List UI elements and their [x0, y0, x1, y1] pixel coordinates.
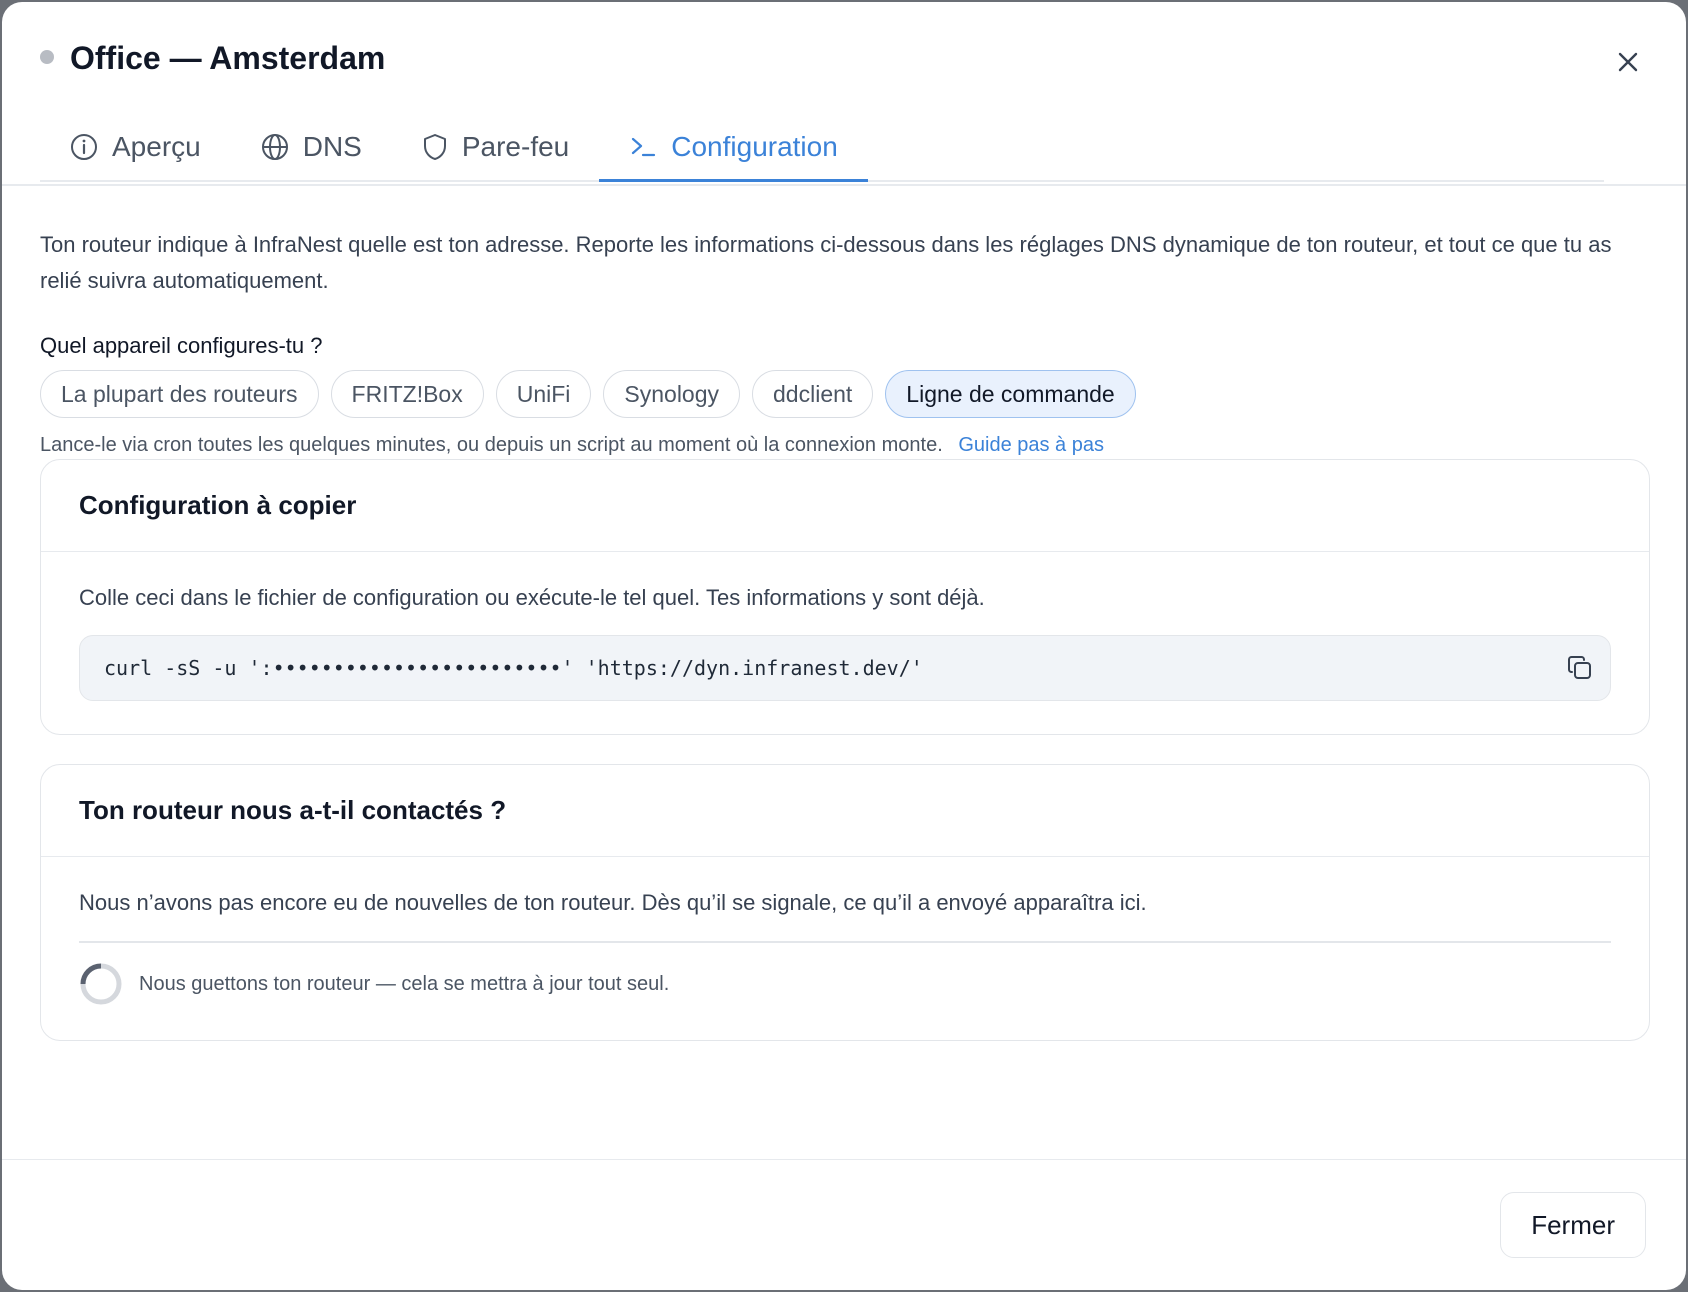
close-icon	[1618, 52, 1638, 72]
modal-header: Office — Amsterdam Aperçu DNS Pare-feu C…	[2, 2, 1686, 186]
fermer-button[interactable]: Fermer	[1500, 1192, 1646, 1258]
status-card-header: Ton routeur nous a-t-il contactés ?	[41, 765, 1649, 857]
code-snippet: curl -sS -u ':••••••••••••••••••••••••' …	[104, 656, 923, 680]
device-picker: La plupart des routeurs FRITZ!Box UniFi …	[40, 370, 1136, 418]
status-card: Ton routeur nous a-t-il contactés ? Nous…	[40, 764, 1650, 1041]
copy-icon	[1568, 656, 1591, 679]
status-card-description: Nous n’avons pas encore eu de nouvelles …	[79, 890, 1147, 915]
tab-bar: Aperçu DNS Pare-feu Configuration	[40, 114, 1604, 182]
modal-footer	[2, 1159, 1686, 1160]
device-option-fritzbox[interactable]: FRITZ!Box	[330, 370, 484, 418]
device-option-ligne-de-commande[interactable]: Ligne de commande	[885, 370, 1136, 418]
guide-link[interactable]: Guide pas à pas	[958, 434, 1104, 456]
status-card-title: Ton routeur nous a-t-il contactés ?	[79, 795, 507, 825]
tab-label: Configuration	[671, 130, 838, 162]
waiting-status: Nous guettons ton routeur — cela se mett…	[79, 962, 669, 1006]
intro-text: Ton routeur indique à InfraNest quelle e…	[40, 232, 1612, 293]
config-content: Ton routeur indique à InfraNest quelle e…	[40, 227, 1650, 456]
tab-label: DNS	[302, 131, 362, 162]
hint-text: Lance-le via cron toutes les quelques mi…	[40, 434, 1104, 457]
terminal-icon	[632, 137, 656, 156]
config-card-description: Colle ceci dans le fichier de configurat…	[79, 585, 985, 610]
tab-label: Pare-feu	[461, 131, 570, 162]
tab-label: Aperçu	[112, 131, 201, 162]
tab-dns[interactable]: DNS	[231, 114, 392, 180]
config-card-header: Configuration à copier	[41, 460, 1649, 552]
close-button[interactable]	[1608, 42, 1648, 82]
modal-dialog: Office — Amsterdam Aperçu DNS Pare-feu C…	[2, 2, 1686, 1290]
config-card-title: Configuration à copier	[79, 490, 357, 520]
tab-apercu[interactable]: Aperçu	[40, 114, 231, 180]
copy-button[interactable]	[1564, 652, 1596, 684]
status-divider	[79, 941, 1611, 943]
device-option-unifi[interactable]: UniFi	[495, 370, 592, 418]
device-option-synology[interactable]: Synology	[603, 370, 741, 418]
status-dot	[40, 50, 54, 64]
device-option-routeurs[interactable]: La plupart des routeurs	[40, 370, 319, 418]
spinner-icon	[80, 963, 122, 1005]
config-card: Configuration à copier Colle ceci dans l…	[40, 459, 1650, 735]
tab-pare-feu[interactable]: Pare-feu	[392, 114, 599, 180]
device-picker-label: Quel appareil configures-tu ?	[40, 333, 323, 358]
code-block[interactable]: curl -sS -u ':••••••••••••••••••••••••' …	[79, 635, 1611, 701]
page-title: Office — Amsterdam	[70, 40, 386, 76]
globe-icon	[261, 134, 288, 160]
info-icon	[71, 134, 97, 160]
waiting-text: Nous guettons ton routeur — cela se mett…	[139, 972, 670, 995]
hint-label: Lance-le via cron toutes les quelques mi…	[40, 434, 943, 456]
tab-configuration[interactable]: Configuration	[599, 114, 868, 182]
device-option-ddclient[interactable]: ddclient	[752, 370, 874, 418]
shield-icon	[423, 134, 446, 160]
